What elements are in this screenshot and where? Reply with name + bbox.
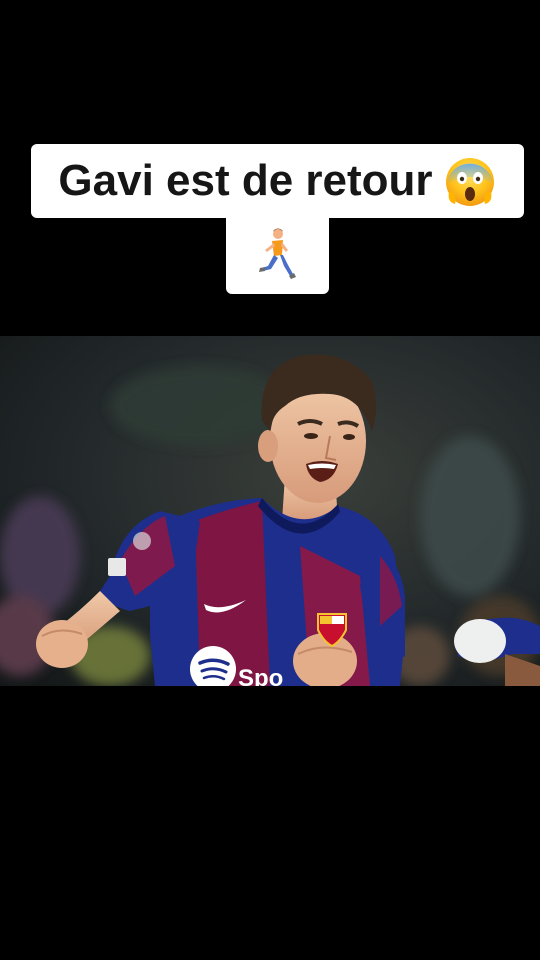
svg-text:Spo: Spo (238, 665, 283, 686)
player-photo: Spo (0, 336, 540, 686)
caption-box: Gavi est de retour (31, 144, 524, 218)
caption-text: Gavi est de retour (58, 156, 433, 205)
running-person-icon (256, 226, 300, 282)
caption-box-line-2 (226, 214, 329, 294)
video-screen[interactable]: Gavi est de retour Spo (0, 0, 540, 960)
screaming-face-icon (443, 154, 497, 208)
